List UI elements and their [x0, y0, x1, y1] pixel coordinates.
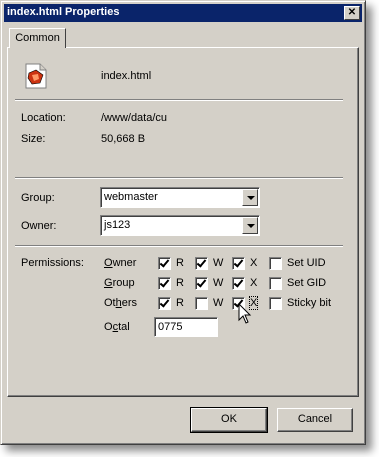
sticky-bit-label: Sticky bit — [287, 297, 332, 309]
set-uid-checkbox[interactable] — [269, 257, 282, 270]
separator — [15, 99, 343, 101]
group-value: webmaster — [104, 191, 158, 203]
owner-label: Owner: — [21, 220, 57, 232]
cancel-button[interactable]: Cancel — [277, 408, 353, 432]
read-label: R — [176, 277, 184, 289]
size-value: 50,668 B — [101, 133, 146, 145]
others-read-checkbox[interactable] — [158, 297, 171, 310]
perm-row-owner: Owner — [104, 257, 137, 269]
title-bar[interactable]: index.html Properties ✕ — [4, 4, 362, 22]
chevron-down-icon[interactable] — [242, 189, 258, 206]
set-gid-label: Set GID — [287, 277, 327, 289]
location-value: /www/data/cu — [101, 112, 168, 124]
owner-execute-checkbox[interactable] — [232, 257, 245, 270]
perm-row-others: Others — [104, 297, 138, 309]
owner-read-checkbox[interactable] — [158, 257, 171, 270]
group-write-checkbox[interactable] — [195, 277, 208, 290]
owner-combobox[interactable]: js123 — [100, 215, 260, 236]
chevron-down-icon[interactable] — [242, 217, 258, 234]
separator — [15, 245, 343, 247]
execute-label: X — [250, 277, 258, 289]
separator — [15, 177, 343, 179]
group-label: Group: — [21, 192, 55, 204]
group-combobox[interactable]: webmaster — [100, 187, 260, 208]
permissions-label: Permissions: — [21, 257, 84, 269]
mouse-cursor-icon — [238, 303, 252, 324]
owner-write-checkbox[interactable] — [195, 257, 208, 270]
read-label: R — [176, 297, 184, 309]
size-label: Size: — [21, 133, 46, 145]
properties-dialog: index.html Properties ✕ Common index.htm… — [0, 0, 366, 445]
group-execute-checkbox[interactable] — [232, 277, 245, 290]
perm-row-group: Group — [104, 277, 135, 289]
write-label: W — [213, 277, 224, 289]
set-gid-checkbox[interactable] — [269, 277, 282, 290]
tab-common[interactable]: Common — [9, 28, 66, 48]
group-read-checkbox[interactable] — [158, 277, 171, 290]
sticky-bit-checkbox[interactable] — [269, 297, 282, 310]
html-file-icon — [25, 63, 47, 89]
location-label: Location: — [21, 112, 66, 124]
file-name: index.html — [101, 70, 152, 82]
ok-button[interactable]: OK — [190, 407, 268, 433]
window-title: index.html Properties — [7, 6, 120, 18]
owner-value: js123 — [104, 219, 131, 231]
others-write-checkbox[interactable] — [195, 297, 208, 310]
octal-label: Octal — [104, 321, 130, 333]
read-label: R — [176, 257, 184, 269]
write-label: W — [213, 257, 224, 269]
close-button[interactable]: ✕ — [344, 6, 360, 20]
write-label: W — [213, 297, 224, 309]
set-uid-label: Set UID — [287, 257, 326, 269]
octal-input[interactable]: 0775 — [154, 317, 218, 337]
execute-label: X — [250, 257, 258, 269]
